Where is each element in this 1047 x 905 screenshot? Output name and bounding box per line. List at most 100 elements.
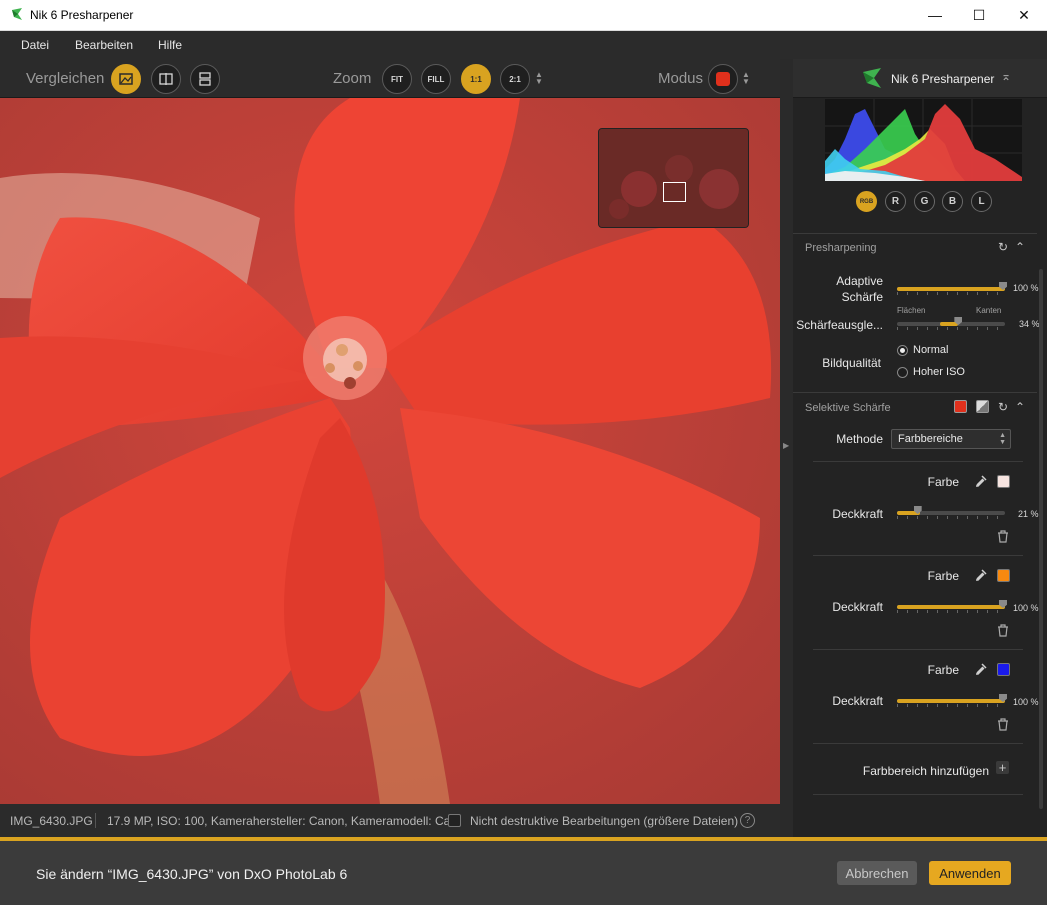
eyedropper-icon[interactable] [974,662,988,676]
panel-divider[interactable]: ▶ [780,59,793,837]
nik-logo-icon [863,68,881,88]
panel-header: Nik 6 Presharpener ⌅ [793,59,1047,98]
navigator-thumbnail[interactable] [598,128,749,228]
expand-arrow-icon[interactable]: ▶ [783,441,789,450]
menu-datei[interactable]: Datei [21,38,49,52]
menu-bar: Datei Bearbeiten Hilfe [0,31,1047,59]
settings-panel: Nik 6 Presharpener ⌅ RGB R G B L Preshar… [793,59,1047,837]
chevron-up-icon[interactable]: ⌃ [1015,400,1025,414]
zoom-fill-button[interactable]: FILL [421,64,451,94]
quality-normal-radio[interactable] [897,345,908,356]
add-range-label[interactable]: Farbbereich hinzufügen [833,764,989,778]
zoom-fit-button[interactable]: FIT [382,64,412,94]
adaptive-label-line1: Adaptive [836,274,883,288]
adaptive-sharpness-slider[interactable] [897,281,1007,295]
range-1-color-swatch[interactable] [997,475,1010,488]
delete-range-1-icon[interactable] [997,530,1009,543]
range-divider [813,794,1023,795]
selective-sharpening-title: Selektive Schärfe [805,402,891,414]
method-select-value: Farbbereiche [898,433,963,445]
apply-button[interactable]: Anwenden [929,861,1011,885]
split-view-icon [159,73,173,85]
filename-text: IMG_6430.JPG [10,814,93,828]
range-2-opacity-label: Deckkraft [832,600,883,614]
nik-logo-icon [12,8,22,20]
mode-stepper-icon[interactable]: ▲ ▼ [742,71,750,86]
panel-title: Nik 6 Presharpener [891,72,995,86]
navigator-image [599,129,748,227]
collapse-panel-icon[interactable]: ⌅ [1001,69,1011,83]
channel-g-button[interactable]: G [914,191,935,212]
range-2-color-label: Farbe [927,569,959,583]
navigator-viewport-box[interactable] [663,182,686,202]
method-select[interactable]: Farbbereiche ▲ ▼ [891,429,1011,449]
editing-message: Sie ändern “IMG_6430.JPG” von DxO PhotoL… [36,866,348,882]
view-toolbar: Vergleichen Zoom FIT FILL 1:1 2:1 ▲ ▼ Mod… [0,59,787,98]
balance-slider[interactable] [897,316,1005,330]
delete-range-3-icon[interactable] [997,718,1009,731]
channel-r-button[interactable]: R [885,191,906,212]
compare-split-button[interactable] [151,64,181,94]
mode-label: Modus [658,70,704,87]
window-title: Nik 6 Presharpener [30,8,134,22]
image-canvas[interactable] [0,98,780,804]
bottom-bar: Sie ändern “IMG_6430.JPG” von DxO PhotoL… [0,841,1047,905]
range-1-opacity-slider[interactable] [897,505,1005,519]
range-2-opacity-value: 100 % [1013,603,1039,613]
zoom-2-1-button[interactable]: 2:1 [500,64,530,94]
minimize-button[interactable]: — [912,0,958,30]
maximize-button[interactable]: ☐ [956,0,1002,30]
side-by-side-icon [199,72,211,86]
compare-single-button[interactable] [111,64,141,94]
balance-left-label: Flächen [897,306,926,315]
reset-icon[interactable]: ↻ [998,240,1008,254]
presharpening-title: Presharpening [805,242,877,254]
mask-mode-icon[interactable] [976,400,989,413]
range-1-opacity-label: Deckkraft [832,507,883,521]
menu-hilfe[interactable]: Hilfe [158,38,182,52]
eyedropper-icon[interactable] [974,568,988,582]
quality-high-iso-radio[interactable] [897,367,908,378]
channel-b-button[interactable]: B [942,191,963,212]
quality-label: Bildqualität [822,356,881,370]
panel-scrollbar[interactable] [1039,269,1043,809]
range-1-color-label: Farbe [927,475,959,489]
compare-label: Vergleichen [26,70,105,87]
eyedropper-icon[interactable] [974,474,988,488]
range-divider [813,555,1023,556]
adaptive-label-line2: Schärfe [841,290,883,304]
menu-bearbeiten[interactable]: Bearbeiten [75,38,133,52]
range-3-color-label: Farbe [927,663,959,677]
chevron-up-icon[interactable]: ⌃ [1015,240,1025,254]
status-bar: IMG_6430.JPG 17.9 MP, ISO: 100, Kamerahe… [0,804,780,837]
add-range-plus-icon[interactable]: + [996,761,1009,774]
channel-rgb-button[interactable]: RGB [856,191,877,212]
cancel-button[interactable]: Abbrechen [837,861,917,885]
balance-right-label: Kanten [976,306,1002,315]
range-2-opacity-slider[interactable] [897,599,1007,613]
reset-icon[interactable]: ↻ [998,400,1008,414]
delete-range-2-icon[interactable] [997,624,1009,637]
range-3-opacity-label: Deckkraft [832,694,883,708]
zoom-1-1-button[interactable]: 1:1 [461,64,491,94]
balance-value: 34 % [1019,319,1040,329]
section-divider [793,233,1037,234]
mode-button[interactable] [708,64,738,94]
non-destructive-label: Nicht destruktive Bearbeitungen (größere… [470,814,739,828]
balance-label: Schärfeausgle... [796,318,883,332]
range-2-color-swatch[interactable] [997,569,1010,582]
single-view-icon [119,73,133,85]
help-icon[interactable]: ? [740,813,755,828]
title-bar: Nik 6 Presharpener — ☐ ✕ [0,0,1047,31]
image-info-text: 17.9 MP, ISO: 100, Kamerahersteller: Can… [107,814,461,828]
color-mode-icon[interactable] [954,400,967,413]
close-button[interactable]: ✕ [1001,0,1047,30]
channel-l-button[interactable]: L [971,191,992,212]
method-label: Methode [836,432,883,446]
zoom-stepper-icon[interactable]: ▲ ▼ [535,71,543,86]
mode-color-swatch [716,72,730,86]
range-3-opacity-slider[interactable] [897,693,1007,707]
compare-side-by-side-button[interactable] [190,64,220,94]
range-3-color-swatch[interactable] [997,663,1010,676]
non-destructive-checkbox[interactable] [448,814,461,827]
